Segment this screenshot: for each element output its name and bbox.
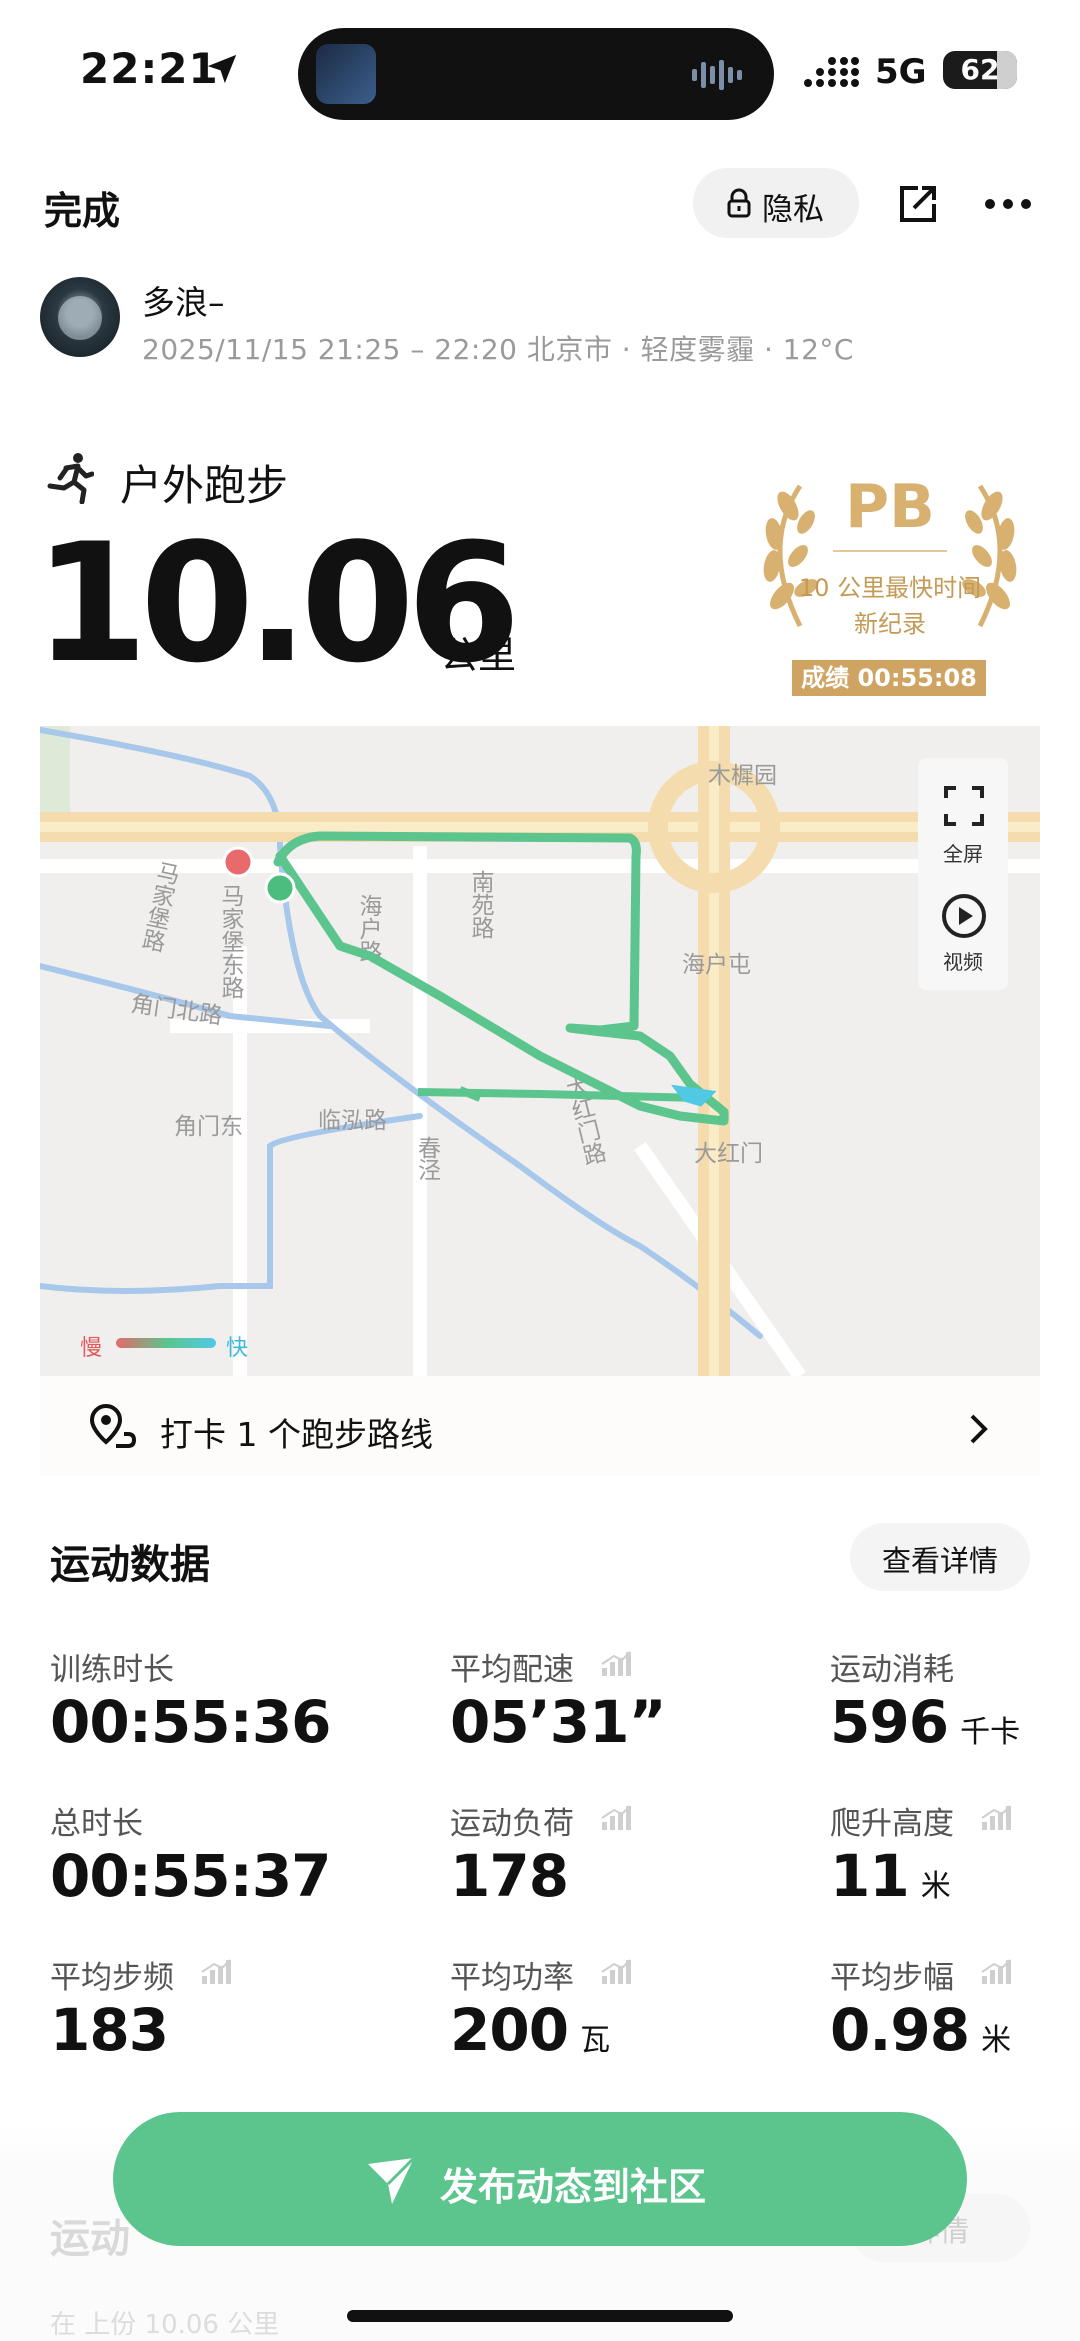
battery-icon: 62: [943, 51, 1017, 89]
map-label: 临泓路: [318, 1108, 387, 1134]
route-map[interactable]: 木樨园 马家堡路 马家堡东路 海户路 南苑路 海户屯 角门北路 大红门路 角门东…: [40, 726, 1040, 1376]
route-end-marker: [222, 846, 254, 878]
map-label: 南苑路: [467, 870, 495, 939]
stat-unit: 米: [981, 2023, 1012, 2058]
pb-score: 成绩 00:55:08: [792, 660, 986, 696]
done-button[interactable]: 完成: [44, 180, 120, 235]
map-canvas: 木樨园 马家堡路 马家堡东路 海户路 南苑路 海户屯 角门北路 大红门路 角门东…: [40, 726, 1040, 1376]
view-details-label[interactable]: 查看详情: [850, 1538, 1030, 1580]
distance-unit: 公里: [440, 633, 517, 677]
cellular-signal-icon: [804, 57, 859, 87]
activity-type: 户外跑步: [120, 461, 289, 510]
route-fast-segment: [671, 1084, 717, 1107]
trend-chart-icon[interactable]: [600, 1650, 632, 1678]
stat-value-number: 05’31”: [450, 1688, 667, 1756]
username: 多浪–: [142, 283, 225, 322]
network-type: 5G: [875, 52, 927, 92]
stat-value: 00:55:37: [50, 1842, 332, 1910]
stat-value: 11 米: [830, 1842, 951, 1910]
stat-label: 运动消耗: [830, 1652, 954, 1688]
stat-value: 00:55:36: [50, 1688, 332, 1756]
pb-description: 10 公里最快时间: [798, 574, 982, 602]
pace-legend-slow: 慢: [80, 1336, 103, 1361]
pb-title: PB: [845, 472, 935, 542]
map-label: 木樨园: [708, 763, 777, 789]
stat-value-number: 178: [450, 1842, 569, 1910]
stat-label: 总时长: [50, 1806, 143, 1842]
trend-chart-icon[interactable]: [200, 1958, 232, 1986]
video-label[interactable]: 视频: [918, 946, 1008, 975]
route-start-marker: [264, 872, 296, 904]
post-button-label: 发布动态到社区: [440, 2165, 707, 2209]
fullscreen-label[interactable]: 全屏: [918, 838, 1008, 867]
pace-legend-fast: 快: [226, 1336, 249, 1361]
stat-unit: 千卡: [960, 1715, 1021, 1750]
route-pin-icon: [89, 1403, 137, 1448]
pb-record-label: 新纪录: [854, 610, 926, 638]
stat-label: 运动负荷: [450, 1806, 574, 1842]
play-video-icon[interactable]: [940, 892, 988, 940]
checkin-text: 打卡 1 个跑步路线: [160, 1415, 433, 1454]
trend-chart-icon[interactable]: [600, 1958, 632, 1986]
stat-label: 平均步幅: [830, 1960, 954, 1996]
trend-chart-icon[interactable]: [980, 1958, 1012, 1986]
avatar-emblem: [58, 296, 102, 340]
map-label: 泾: [418, 1158, 441, 1184]
location-arrow-icon: [207, 54, 237, 84]
stat-label: 平均步频: [50, 1960, 174, 1996]
pace-legend-bar: [116, 1338, 216, 1348]
map-label: 马家堡东路: [217, 884, 245, 999]
battery-level: 62: [960, 53, 1000, 86]
audio-wave-icon: [692, 60, 742, 90]
fullscreen-icon[interactable]: [944, 786, 984, 826]
activity-meta: 2025/11/15 21:25 – 22:20 北京市 · 轻度雾霾 · 12…: [142, 333, 854, 366]
stat-label: 平均功率: [450, 1960, 574, 1996]
privacy-label: 隐私: [762, 192, 824, 228]
stat-value-number: 0.98: [830, 1996, 970, 2064]
more-options-icon[interactable]: [984, 198, 1032, 210]
stat-unit: 米: [920, 1869, 951, 1904]
pb-divider: [833, 550, 947, 552]
stat-value-number: 200: [450, 1996, 569, 2064]
stat-value: 0.98 米: [830, 1996, 1011, 2064]
stat-value: 596 千卡: [830, 1688, 1020, 1756]
running-icon: [47, 453, 94, 504]
stat-value: 05’31”: [450, 1688, 667, 1756]
trend-chart-icon[interactable]: [980, 1804, 1012, 1832]
next-section-title: 运动: [50, 2216, 130, 2262]
home-indicator[interactable]: [347, 2310, 733, 2322]
trend-chart-icon[interactable]: [600, 1804, 632, 1832]
share-icon[interactable]: [896, 182, 940, 226]
stat-label: 爬升高度: [830, 1806, 954, 1842]
stat-value: 200 瓦: [450, 1996, 610, 2064]
stat-value-number: 00:55:36: [50, 1688, 332, 1756]
chevron-right-icon[interactable]: [968, 1412, 990, 1446]
map-label: 大红门: [694, 1141, 763, 1167]
stat-value: 183: [50, 1996, 169, 2064]
send-icon: [368, 2156, 416, 2204]
stat-value-number: 11: [830, 1842, 910, 1910]
lock-icon: [727, 188, 751, 218]
map-label: 海户屯: [682, 952, 751, 978]
stat-label: 平均配速: [450, 1652, 574, 1688]
map-label: 角门东: [174, 1114, 243, 1140]
stats-section-title: 运动数据: [50, 1542, 210, 1588]
next-section-subtitle: 在 上份 10.06 公里: [50, 2310, 280, 2340]
stat-value-number: 183: [50, 1996, 169, 2064]
stat-value-number: 00:55:37: [50, 1842, 332, 1910]
stat-value: 178: [450, 1842, 569, 1910]
now-playing-thumbnail: [316, 44, 376, 104]
stat-label: 训练时长: [50, 1652, 174, 1688]
stat-value-number: 596: [830, 1688, 949, 1756]
status-time: 22:21: [80, 44, 219, 93]
stat-unit: 瓦: [580, 2023, 611, 2058]
